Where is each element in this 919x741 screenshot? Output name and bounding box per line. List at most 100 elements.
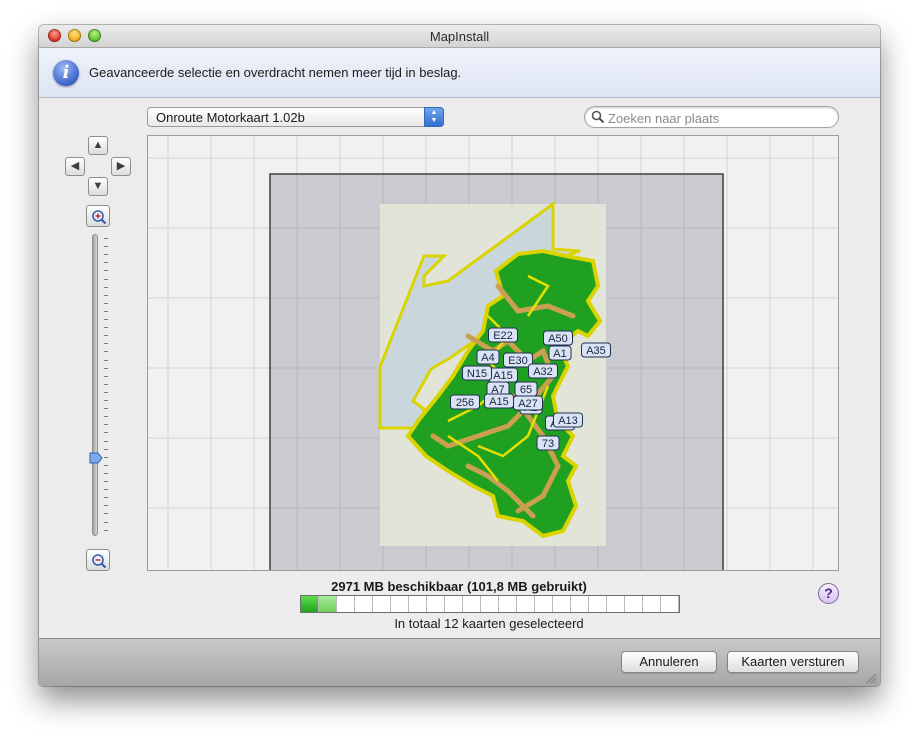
slider-tick: [104, 440, 108, 442]
map-canvas[interactable]: E22A4E30A15A32A50A1A35N15A765A2A27A13256…: [148, 136, 838, 570]
resize-grip-icon[interactable]: [866, 673, 877, 684]
slider-tick: [104, 448, 108, 450]
slider-tick: [104, 416, 108, 418]
slider-tick: [104, 367, 108, 369]
road-label: 73: [542, 438, 554, 450]
capacity-segment: [355, 596, 373, 612]
capacity-text: 2971 MB beschikbaar (101,8 MB gebruikt): [331, 579, 587, 594]
slider-tick: [104, 432, 108, 434]
info-message: Geavanceerde selectie en overdracht neme…: [89, 65, 462, 80]
button-bar: Annuleren Kaarten versturen: [39, 638, 880, 686]
road-label: A35: [586, 345, 606, 357]
capacity-segment: [301, 596, 319, 612]
zoom-in-button[interactable]: [86, 205, 110, 227]
slider-tick: [104, 302, 108, 304]
slider-tick: [104, 246, 108, 248]
slider-tick: [104, 513, 108, 515]
slider-tick: [104, 262, 108, 264]
slider-tick: [104, 294, 108, 296]
slider-tick: [104, 489, 108, 491]
capacity-segment: [589, 596, 607, 612]
slider-tick: [104, 278, 108, 280]
info-banner: i Geavanceerde selectie en overdracht ne…: [39, 48, 880, 98]
slider-tick: [104, 505, 108, 507]
zoom-slider-track[interactable]: [92, 234, 98, 536]
select-arrows-icon: ▲ ▼: [424, 107, 444, 127]
road-label: A27: [518, 398, 538, 410]
slider-tick: [104, 238, 108, 239]
capacity-segment: [337, 596, 355, 612]
slider-tick: [104, 254, 108, 256]
road-label: A32: [533, 366, 553, 378]
slider-tick: [104, 391, 108, 393]
map-view[interactable]: E22A4E30A15A32A50A1A35N15A765A2A27A13256…: [147, 135, 839, 571]
slider-tick: [104, 481, 108, 482]
capacity-segment: [409, 596, 427, 612]
capacity-segment: [463, 596, 481, 612]
info-icon: i: [53, 60, 79, 86]
capacity-segment: [391, 596, 409, 612]
slider-tick: [104, 286, 108, 288]
road-label: A1: [553, 348, 566, 360]
slider-tick: [104, 310, 108, 312]
capacity-segment: [661, 596, 679, 612]
capacity-segment: [445, 596, 463, 612]
capacity-segment: [553, 596, 571, 612]
road-label: A50: [548, 333, 568, 345]
capacity-bar: [300, 595, 680, 613]
slider-tick: [104, 497, 108, 499]
capacity-segment: [643, 596, 661, 612]
capacity-segment: [499, 596, 517, 612]
capacity-segment: [517, 596, 535, 612]
capacity-segment: [535, 596, 553, 612]
capacity-segment: [481, 596, 499, 612]
road-label: A4: [481, 352, 494, 364]
slider-tick: [104, 529, 108, 531]
title-bar[interactable]: MapInstall: [39, 25, 880, 48]
help-button[interactable]: ?: [818, 583, 839, 604]
road-label: 256: [456, 397, 474, 409]
search-field[interactable]: [584, 106, 839, 128]
slider-tick: [104, 521, 108, 523]
slider-tick: [104, 464, 108, 466]
capacity-segment: [607, 596, 625, 612]
slider-tick: [104, 270, 108, 272]
road-label: A15: [489, 396, 509, 408]
send-maps-button[interactable]: Kaarten versturen: [727, 651, 859, 673]
pan-left-button[interactable]: ◀: [65, 157, 85, 176]
zoom-in-icon: [92, 210, 107, 225]
search-input[interactable]: [606, 109, 835, 127]
slider-tick: [104, 375, 108, 377]
capacity-segment: [319, 596, 337, 612]
slider-tick: [104, 472, 108, 474]
search-icon: [591, 110, 605, 124]
slider-tick: [104, 319, 108, 320]
mapinstall-window: MapInstall i Geavanceerde selectie en ov…: [39, 25, 880, 686]
slider-tick: [104, 400, 108, 401]
zoom-slider-thumb[interactable]: [89, 451, 103, 465]
pan-up-button[interactable]: ▲: [88, 136, 108, 155]
pan-right-button[interactable]: ▶: [111, 157, 131, 176]
slider-tick: [104, 424, 108, 426]
slider-tick: [104, 359, 108, 361]
slider-tick: [104, 351, 108, 353]
slider-tick: [104, 335, 108, 337]
map-product-select[interactable]: Onroute Motorkaart 1.02b ▲ ▼: [147, 107, 444, 127]
cancel-button[interactable]: Annuleren: [621, 651, 717, 673]
zoom-out-icon: [92, 554, 107, 569]
road-label: 65: [520, 384, 532, 396]
road-label: A13: [558, 415, 578, 427]
slider-tick: [104, 343, 108, 345]
pan-down-button[interactable]: ▼: [88, 177, 108, 196]
capacity-segment: [427, 596, 445, 612]
window-title: MapInstall: [429, 29, 490, 44]
road-label: E30: [508, 355, 528, 367]
slider-tick: [104, 327, 108, 329]
capacity-segment: [571, 596, 589, 612]
capacity-segment: [373, 596, 391, 612]
slider-tick: [104, 456, 108, 458]
zoom-out-button[interactable]: [86, 549, 110, 571]
road-label: E22: [493, 330, 513, 342]
road-label: A15: [493, 370, 513, 382]
zoom-slider-ticks: [104, 238, 110, 534]
